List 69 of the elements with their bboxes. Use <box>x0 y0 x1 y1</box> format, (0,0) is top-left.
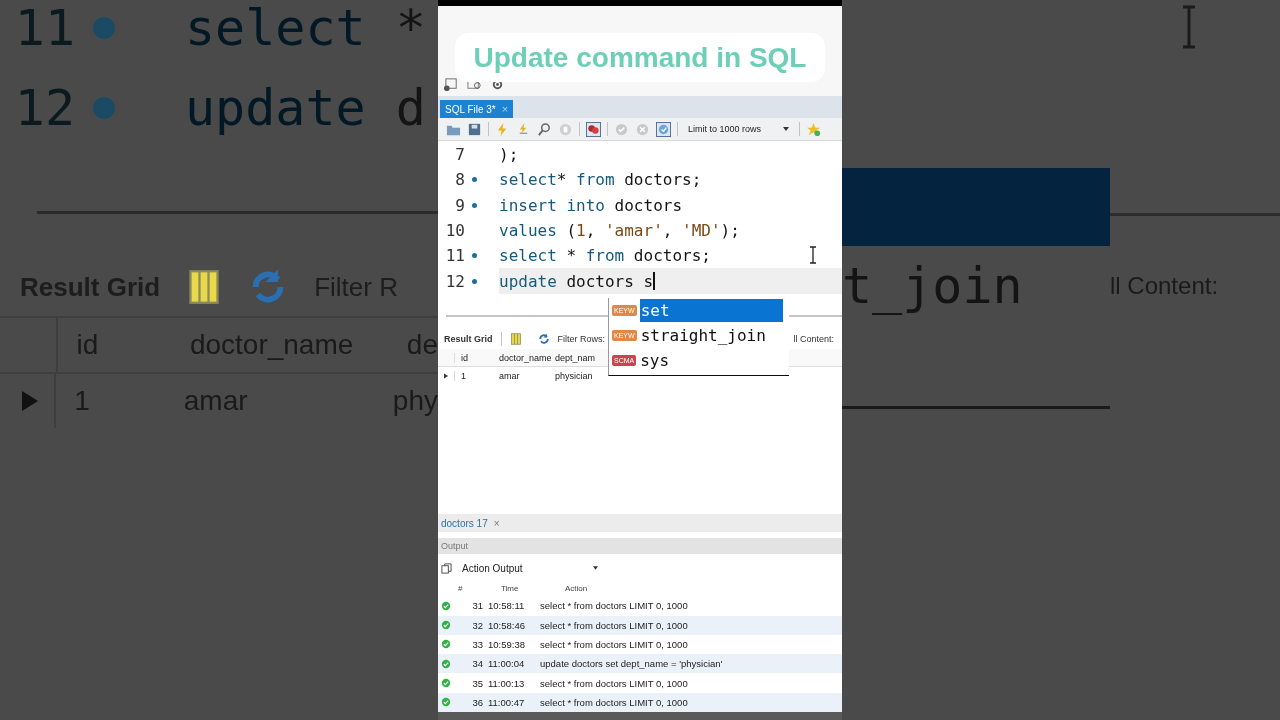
code-line: insert into doctors <box>499 194 684 217</box>
line-number: 8 <box>454 170 465 190</box>
table-cell-text: 33 <box>471 638 483 650</box>
line-number: 10 <box>444 221 465 241</box>
text-cursor-icon <box>1182 5 1196 49</box>
grid-icon[interactable] <box>509 333 522 345</box>
video-caption: Update command in SQL <box>455 33 825 82</box>
close-icon[interactable]: × <box>501 103 509 115</box>
caret-icon <box>783 127 790 131</box>
close-icon[interactable]: × <box>493 517 500 529</box>
column-header: id <box>454 352 499 363</box>
table-cell-text: select * from doctors LIMIT 0, 1000 <box>539 677 688 689</box>
refresh-icon[interactable] <box>537 333 550 345</box>
editor-tab[interactable]: SQL File 3* × <box>440 100 514 118</box>
table-cell-text: 36 <box>471 696 483 708</box>
table-cell-text: 31 <box>471 600 483 612</box>
table-cell-text: 34 <box>471 658 483 670</box>
table-cell-text: select * from doctors LIMIT 0, 1000 <box>539 696 688 708</box>
row-pointer-icon <box>444 372 448 379</box>
stop-icon[interactable] <box>558 121 573 137</box>
column-header: Action <box>564 583 588 593</box>
table-cell-text: update doctors set dept_name = 'physician' <box>539 658 723 670</box>
column-header: doctor_name <box>499 352 553 363</box>
line-number: 11 <box>444 246 465 266</box>
success-icon <box>440 658 452 669</box>
success-icon <box>440 697 452 708</box>
filter-label: Filter Rows: <box>557 334 606 344</box>
code-line: select* from doctors; <box>499 169 703 192</box>
table-cell-text: 10:58:11 <box>487 600 526 612</box>
code-line: ); <box>499 144 520 167</box>
line-number: 12 <box>13 79 75 137</box>
limit-dropdown[interactable]: Limit to 1000 rows <box>684 124 794 134</box>
result-tab[interactable]: doctors 17 × <box>441 517 500 529</box>
table-cell-text: 10:59:38 <box>487 638 526 650</box>
result-grid-label: Result Grid <box>444 334 493 344</box>
caret-icon <box>593 566 598 571</box>
row-pointer-icon <box>22 391 38 411</box>
table-cell: 1 <box>454 370 499 381</box>
line-number: 7 <box>454 145 465 165</box>
success-icon <box>440 620 452 631</box>
save-icon[interactable] <box>467 121 482 137</box>
text-cursor-icon <box>808 246 818 264</box>
line-number: 11 <box>13 0 75 57</box>
star-add-icon[interactable] <box>806 121 822 137</box>
code-line: select * from doctors; <box>499 245 712 268</box>
column-header: # <box>457 583 464 593</box>
database-add-icon <box>444 77 459 92</box>
table-cell-text: 32 <box>471 619 483 631</box>
table-cell-text: select * from doctors LIMIT 0, 1000 <box>539 619 688 631</box>
panel-title: Output <box>441 541 469 552</box>
table-cell-text: amar <box>499 370 521 381</box>
table-cell-text: 11:00:13 <box>487 677 526 689</box>
copy-icon[interactable] <box>441 562 452 574</box>
table-cell-text: 11:00:04 <box>487 658 526 670</box>
cell-content-label: ll Content: <box>793 334 835 344</box>
table-cell-text: 35 <box>471 677 483 689</box>
table-cell-text: 11:00:47 <box>487 696 526 708</box>
table-cell-text: select * from doctors LIMIT 0, 1000 <box>539 638 688 650</box>
code-text: select * <box>185 0 426 57</box>
code-line: values (1, 'amar', 'MD'); <box>499 220 741 243</box>
column-header: dept_nam <box>555 352 597 363</box>
table-cell-text: 10:58:46 <box>487 619 526 631</box>
table-cell-text: physician <box>555 370 594 381</box>
table-cell-text: select * from doctors LIMIT 0, 1000 <box>539 600 688 612</box>
line-number: 9 <box>454 195 465 215</box>
column-header: Time <box>500 583 520 593</box>
magnifier-icon[interactable] <box>537 121 552 137</box>
output-mode-dropdown[interactable]: Action Output <box>460 562 600 574</box>
line-number: 12 <box>444 271 465 291</box>
